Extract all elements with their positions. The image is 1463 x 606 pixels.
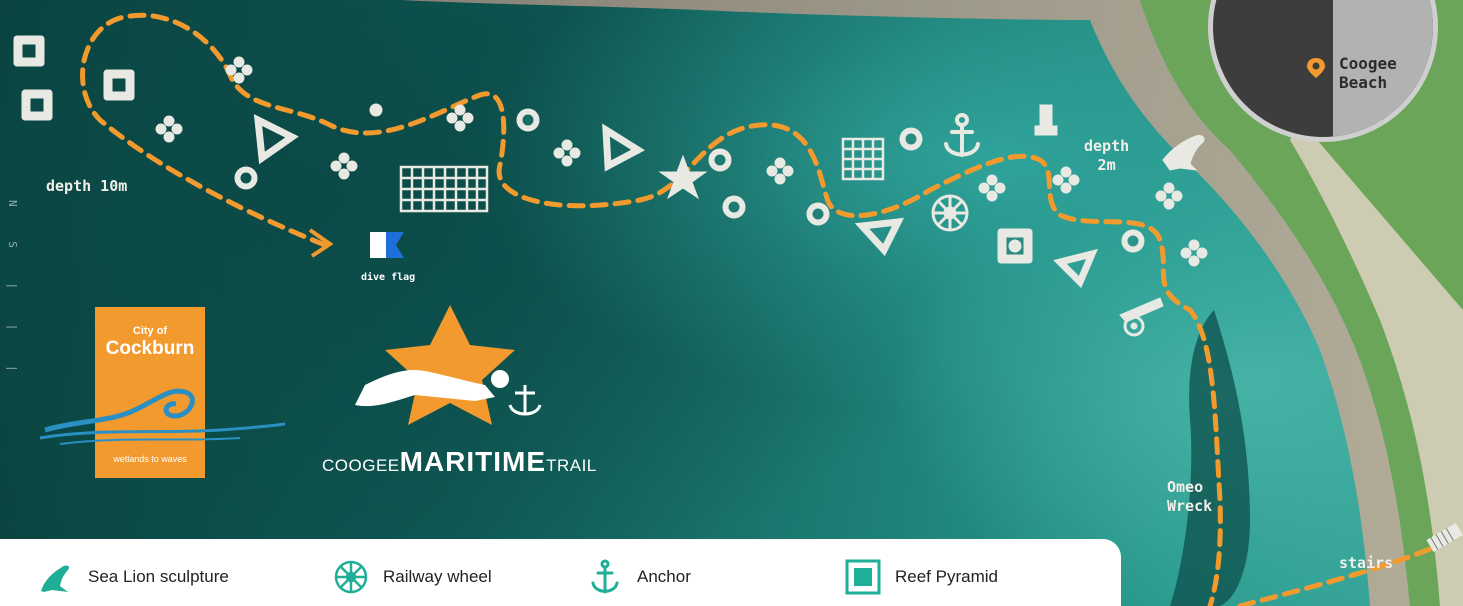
legend-item-reef-pyramid: Reef Pyramid — [845, 559, 998, 595]
anchor-icon — [587, 559, 623, 595]
legend-item-anchor: Anchor — [587, 559, 691, 595]
trail-title-part3: TRAIL — [546, 456, 597, 475]
legend-item-railway-wheel: Railway wheel — [333, 559, 492, 595]
depth-10m-label: depth 10m — [46, 177, 128, 195]
location-pin-icon — [1307, 58, 1325, 78]
stairs-label: stairs — [1339, 554, 1394, 572]
reef-pyramid-icon — [21, 89, 53, 121]
grid-reef-icon — [399, 165, 489, 213]
legend-label: Anchor — [637, 567, 691, 586]
ring-reef-icon — [1121, 229, 1145, 253]
legend-panel: Sea Lion sculpture Railway wheel Anchor — [0, 539, 1121, 606]
omeo-wreck-label: Omeo Wreck — [1167, 478, 1213, 515]
cockburn-wave-icon — [40, 388, 285, 445]
triangle-reef-icon — [854, 217, 905, 257]
maritime-trail-title: COOGEEMARITIMETRAIL — [322, 446, 597, 478]
dive-flag-label: dive flag — [361, 272, 416, 283]
legend-label: Sea Lion sculpture — [88, 567, 229, 586]
pillar-icon — [1034, 104, 1058, 136]
reef-cluster-icon — [330, 152, 358, 180]
reef-cluster-icon — [553, 139, 581, 167]
cockburn-line2: Cockburn — [105, 338, 195, 359]
cannon-icon — [1119, 297, 1164, 337]
reef-pyramid-icon — [13, 35, 45, 67]
trail-title-part1: COOGEE — [322, 456, 400, 475]
reef-pyramid-icon — [103, 69, 135, 101]
reef-pyramid-icon — [997, 228, 1033, 264]
depth-2m-label: depth 2m — [1084, 137, 1130, 174]
small-dot-marker — [369, 103, 383, 117]
railway-wheel-icon — [931, 194, 969, 232]
reef-cluster-icon — [446, 104, 474, 132]
trail-map: depth 10m depth 2m dive flag Omeo Wreck … — [0, 0, 1463, 606]
reef-cluster-icon — [155, 115, 183, 143]
ring-reef-icon — [806, 202, 830, 226]
grid-reef-icon — [841, 137, 885, 181]
ring-reef-icon — [234, 166, 258, 190]
triangle-reef-icon — [1053, 248, 1098, 289]
legend-label: Railway wheel — [383, 567, 492, 586]
reef-cluster-icon — [1052, 166, 1080, 194]
cockburn-line1: City of — [132, 325, 168, 337]
cockburn-tagline: wetlands to waves — [113, 454, 187, 464]
dive-route-dashed-line — [80, 12, 1223, 606]
railway-wheel-icon — [333, 559, 369, 595]
triangle-reef-icon — [602, 123, 645, 172]
maritime-trail-starfish-logo — [355, 305, 542, 425]
reef-cluster-icon — [766, 157, 794, 185]
reef-cluster-icon — [1180, 239, 1208, 267]
sea-lion-icon — [38, 559, 74, 595]
legend-item-sea-lion: Sea Lion sculpture — [38, 559, 229, 595]
anchor-icon — [944, 113, 980, 157]
ring-reef-icon — [899, 127, 923, 151]
ring-reef-icon — [722, 195, 746, 219]
ring-reef-icon — [516, 108, 540, 132]
reef-pyramid-icon — [845, 559, 881, 595]
legend-label: Reef Pyramid — [895, 567, 998, 586]
ring-reef-icon — [708, 148, 732, 172]
vertical-side-text: N S | | | — [6, 200, 19, 386]
dive-flag-icon — [370, 232, 404, 258]
starfish-icon — [658, 154, 708, 200]
reef-cluster-icon — [978, 174, 1006, 202]
triangle-reef-icon — [253, 114, 299, 165]
reef-cluster-icon — [1155, 182, 1183, 210]
trail-title-part2: MARITIME — [399, 446, 547, 477]
locator-place-label: Coogee Beach — [1339, 54, 1397, 92]
